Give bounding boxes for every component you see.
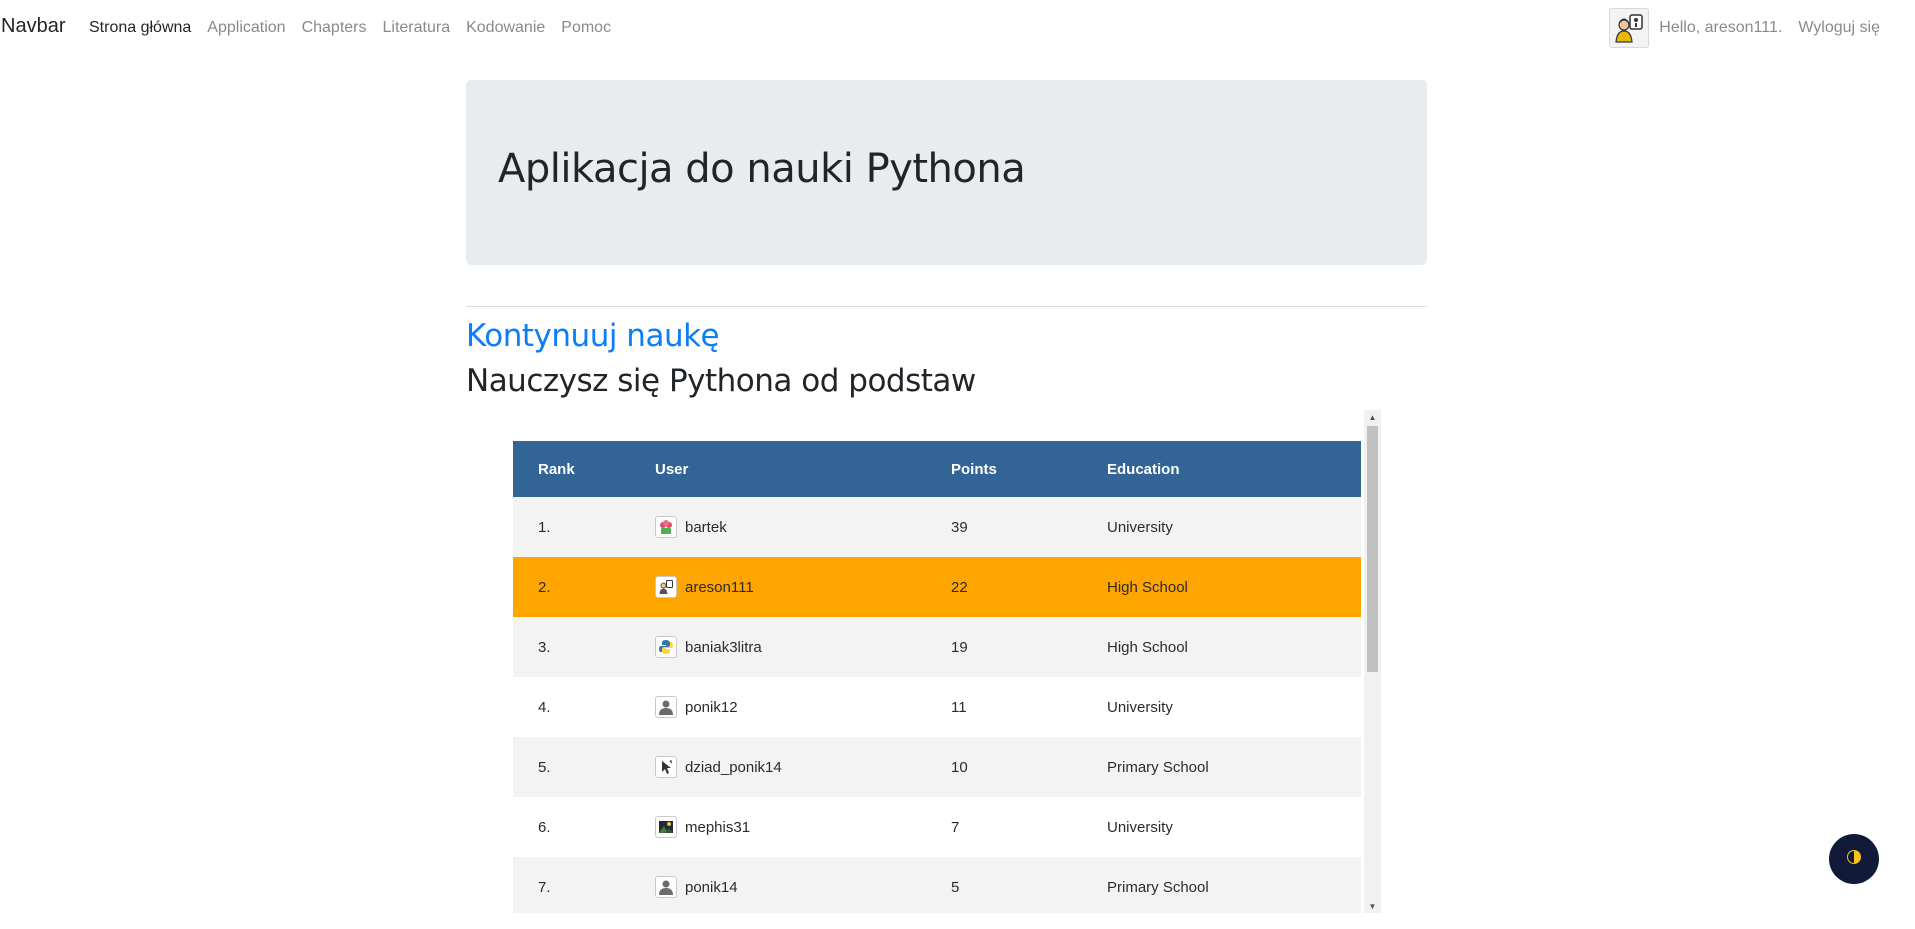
user-cell: mephis31 (655, 816, 951, 838)
scroll-thumb[interactable] (1367, 426, 1378, 672)
education-cell: Primary School (1107, 878, 1209, 896)
table-row: 1. bartek 39 University (513, 497, 1361, 557)
page-title: Aplikacja do nauki Pythona (498, 146, 1026, 192)
user-cell: areson111 (655, 576, 951, 598)
username[interactable]: ponik12 (685, 699, 738, 716)
user-avatar-icon[interactable] (1609, 8, 1650, 48)
jumbotron: Aplikacja do nauki Pythona (466, 80, 1427, 265)
rank-cell: 1. (538, 518, 551, 536)
navbar: Navbar Strona główna Application Chapter… (0, 0, 1915, 56)
rank-cell: 2. (538, 578, 551, 596)
table-row: 5. dziad_ponik14 10 Primary School (513, 737, 1361, 797)
username[interactable]: areson111 (685, 579, 754, 596)
header-rank: Rank (538, 460, 575, 478)
navbar-brand[interactable]: Navbar (1, 15, 65, 38)
education-cell: High School (1107, 578, 1188, 596)
table-row: 6. mephis31 7 University (513, 797, 1361, 857)
user-cell: bartek (655, 516, 951, 538)
logout-link[interactable]: Wyloguj się (1798, 19, 1880, 37)
header-education: Education (1107, 460, 1180, 478)
user-cell: ponik12 (655, 696, 951, 718)
points-cell: 5 (951, 878, 960, 896)
education-cell: University (1107, 818, 1173, 836)
default-user-icon (655, 876, 677, 898)
python-icon (655, 636, 677, 658)
username[interactable]: ponik14 (685, 879, 738, 896)
nav-link-chapters[interactable]: Chapters (302, 19, 367, 37)
greeting-text: Hello, areson111. (1659, 19, 1783, 36)
user-cell: dziad_ponik14 (655, 756, 951, 778)
nav-link-literatura[interactable]: Literatura (383, 19, 451, 37)
points-cell: 19 (951, 638, 968, 656)
continue-learning-link[interactable]: Kontynuuj naukę (466, 318, 720, 354)
leaderboard-table: Rank User Points Education 1. bartek 39 … (513, 441, 1361, 913)
points-cell: 11 (951, 698, 967, 716)
username[interactable]: mephis31 (685, 819, 750, 836)
username[interactable]: baniak3litra (685, 639, 762, 656)
theme-toggle-button[interactable] (1829, 834, 1879, 884)
landscape-icon (655, 816, 677, 838)
table-header: Rank User Points Education (513, 441, 1361, 497)
education-cell: Primary School (1107, 758, 1209, 776)
education-cell: High School (1107, 638, 1188, 656)
flower-icon (655, 516, 677, 538)
rank-cell: 7. (538, 878, 551, 896)
scroll-up-arrow-icon[interactable]: ▲ (1364, 410, 1381, 424)
points-cell: 10 (951, 758, 968, 776)
rank-cell: 4. (538, 698, 551, 716)
education-cell: University (1107, 698, 1173, 716)
username[interactable]: dziad_ponik14 (685, 759, 782, 776)
rank-cell: 6. (538, 818, 551, 836)
user-cell: ponik14 (655, 876, 951, 898)
leaderboard-scrollbar[interactable]: ▲ ▼ (1364, 410, 1381, 913)
rank-cell: 5. (538, 758, 551, 776)
leaderboard-panel: Rank User Points Education 1. bartek 39 … (513, 410, 1381, 913)
nav-link-application[interactable]: Application (207, 19, 285, 37)
nav-link-home[interactable]: Strona główna (89, 19, 191, 37)
divider (466, 306, 1427, 307)
points-cell: 39 (951, 518, 968, 536)
table-row-current-user: 2. areson111 22 High School (513, 557, 1361, 617)
scroll-down-arrow-icon[interactable]: ▼ (1364, 899, 1381, 913)
user-avatar-icon (655, 576, 677, 598)
header-user: User (655, 460, 689, 478)
nav-link-pomoc[interactable]: Pomoc (561, 19, 611, 37)
education-cell: University (1107, 518, 1173, 536)
user-cell: baniak3litra (655, 636, 951, 658)
points-cell: 7 (951, 818, 960, 836)
header-points: Points (951, 460, 997, 478)
table-row: 4. ponik12 11 University (513, 677, 1361, 737)
subheading: Nauczysz się Pythona od podstaw (466, 363, 976, 399)
rank-cell: 3. (538, 638, 551, 656)
pointer-icon (655, 756, 677, 778)
half-circle-theme-icon (1846, 849, 1862, 870)
username[interactable]: bartek (685, 519, 727, 536)
nav-user-area: Hello, areson111. Wyloguj się (1609, 8, 1880, 48)
points-cell: 22 (951, 578, 968, 596)
table-row: 3. baniak3litra 19 High School (513, 617, 1361, 677)
nav-link-kodowanie[interactable]: Kodowanie (466, 19, 545, 37)
default-user-icon (655, 696, 677, 718)
table-row: 7. ponik14 5 Primary School (513, 857, 1361, 913)
nav-links: Strona główna Application Chapters Liter… (89, 19, 627, 37)
